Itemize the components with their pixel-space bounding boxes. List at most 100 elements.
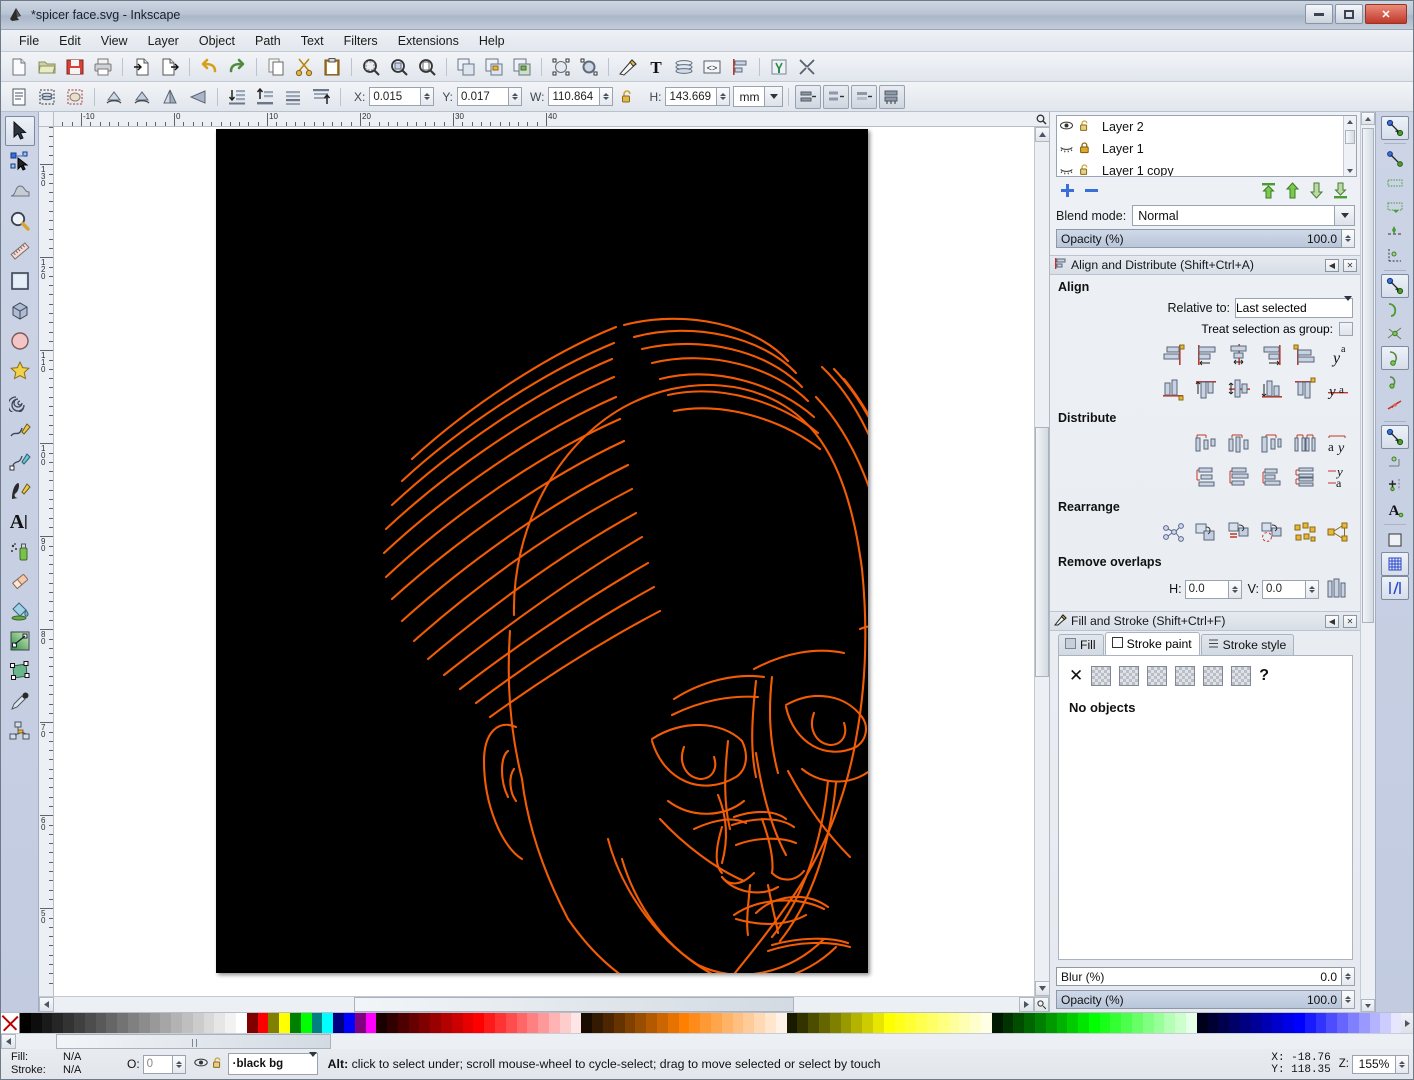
duplicate-button[interactable] xyxy=(453,55,479,79)
opacity-spinner[interactable] xyxy=(143,1055,186,1074)
opacity-input[interactable] xyxy=(143,1055,173,1074)
color-palette[interactable] xyxy=(1,1012,1413,1033)
lock-open-icon[interactable] xyxy=(1079,120,1090,135)
spicer-face-line-art[interactable] xyxy=(216,129,868,973)
menu-extensions[interactable]: Extensions xyxy=(388,32,469,50)
palette-swatch[interactable] xyxy=(1024,1013,1035,1034)
vertical-scroll-thumb[interactable] xyxy=(1035,427,1049,677)
snap-page-border-toggle[interactable] xyxy=(1381,528,1409,552)
raise-layer-to-top-button[interactable] xyxy=(1257,180,1279,200)
palette-swatch[interactable] xyxy=(473,1013,484,1034)
palette-swatch[interactable] xyxy=(733,1013,744,1034)
close-icon[interactable]: ✕ xyxy=(1343,615,1357,628)
zoom-page-button[interactable] xyxy=(414,55,440,79)
layers-scroll-up[interactable] xyxy=(1344,116,1356,127)
menu-file[interactable]: File xyxy=(9,32,49,50)
palette-swatch[interactable] xyxy=(517,1013,528,1034)
rotate-90-cw-button[interactable] xyxy=(129,85,155,109)
raise-button[interactable] xyxy=(280,85,306,109)
eraser-tool[interactable] xyxy=(5,566,35,596)
snap-others-toggle[interactable] xyxy=(1381,425,1409,449)
overlap-v-input[interactable] xyxy=(1262,580,1306,599)
raise-to-top-button[interactable] xyxy=(308,85,334,109)
palette-swatch[interactable] xyxy=(214,1013,225,1034)
palette-swatch[interactable] xyxy=(549,1013,560,1034)
save-document-button[interactable] xyxy=(62,55,88,79)
randomize-positions-button[interactable] xyxy=(1257,518,1287,548)
layers-list-scrollbar[interactable] xyxy=(1343,116,1356,176)
ungroup-button[interactable] xyxy=(509,55,535,79)
palette-swatch[interactable] xyxy=(1067,1013,1078,1034)
palette-swatch[interactable] xyxy=(258,1013,269,1034)
palette-swatch[interactable] xyxy=(992,1013,1003,1034)
gradient-tool[interactable] xyxy=(5,626,35,656)
palette-swatch[interactable] xyxy=(1251,1013,1262,1034)
object-opacity-slider[interactable]: Opacity (%) 100.0 xyxy=(1056,990,1342,1009)
palette-swatch[interactable] xyxy=(193,1013,204,1034)
menu-text[interactable]: Text xyxy=(291,32,334,50)
no-color-swatch[interactable] xyxy=(1,1013,20,1033)
palette-swatch[interactable] xyxy=(1035,1013,1046,1034)
scroll-right-arrow[interactable] xyxy=(1019,997,1034,1012)
redo-button[interactable] xyxy=(224,55,250,79)
import-button[interactable] xyxy=(129,55,155,79)
bezier-tool[interactable] xyxy=(5,446,35,476)
center-on-horizontal-axis-button[interactable] xyxy=(1224,374,1254,404)
group-button[interactable] xyxy=(481,55,507,79)
lock-open-icon[interactable] xyxy=(212,1057,223,1072)
palette-swatch[interactable] xyxy=(1283,1013,1294,1034)
menu-filters[interactable]: Filters xyxy=(334,32,388,50)
blur-spin-arrows[interactable] xyxy=(1342,967,1355,986)
palette-swatch[interactable] xyxy=(949,1013,960,1034)
paste-button[interactable] xyxy=(319,55,345,79)
objects-dialog-button[interactable] xyxy=(671,55,697,79)
palette-swatch[interactable] xyxy=(1380,1013,1391,1034)
palette-swatch[interactable] xyxy=(1229,1013,1240,1034)
lower-layer-button[interactable] xyxy=(1305,180,1327,200)
palette-swatch[interactable] xyxy=(787,1013,798,1034)
scroll-left-arrow[interactable] xyxy=(39,997,54,1012)
palette-swatch[interactable] xyxy=(841,1013,852,1034)
maximize-button[interactable] xyxy=(1335,4,1363,24)
exchange-positions-clockwise-button[interactable] xyxy=(1224,518,1254,548)
palette-swatch[interactable] xyxy=(1262,1013,1273,1034)
palette-swatch[interactable] xyxy=(495,1013,506,1034)
palette-swatch[interactable] xyxy=(1100,1013,1111,1034)
palette-swatch[interactable] xyxy=(247,1013,258,1034)
stroke-to-path-button[interactable] xyxy=(576,55,602,79)
palette-swatch[interactable] xyxy=(1208,1013,1219,1034)
help-paint-button[interactable]: ? xyxy=(1259,667,1269,685)
palette-swatch[interactable] xyxy=(527,1013,538,1034)
flip-vertical-button[interactable] xyxy=(185,85,211,109)
palette-swatch[interactable] xyxy=(614,1013,625,1034)
svg-page[interactable] xyxy=(216,129,868,973)
distribute-centers-vertical-button[interactable] xyxy=(1224,463,1254,493)
palette-swatch[interactable] xyxy=(862,1013,873,1034)
palette-swatch[interactable] xyxy=(419,1013,430,1034)
minimize-button[interactable] xyxy=(1305,4,1333,24)
mesh-gradient-tool[interactable] xyxy=(5,656,35,686)
palette-swatch[interactable] xyxy=(1294,1013,1305,1034)
palette-swatch[interactable] xyxy=(52,1013,63,1034)
zoom-tool[interactable] xyxy=(5,206,35,236)
palette-swatch[interactable] xyxy=(981,1013,992,1034)
overlap-v-spinner[interactable] xyxy=(1262,580,1319,599)
palette-swatch[interactable] xyxy=(279,1013,290,1034)
palette-swatch[interactable] xyxy=(1305,1013,1316,1034)
palette-swatch[interactable] xyxy=(808,1013,819,1034)
current-layer-dropdown[interactable]: ·black bg xyxy=(228,1053,318,1075)
scroll-down-arrow[interactable] xyxy=(1035,981,1050,996)
exchange-positions-selection-order-button[interactable] xyxy=(1158,518,1188,548)
palette-swatch[interactable] xyxy=(1013,1013,1024,1034)
palette-swatch[interactable] xyxy=(1197,1013,1208,1034)
palette-swatch[interactable] xyxy=(463,1013,474,1034)
calligraphy-tool[interactable] xyxy=(5,476,35,506)
palette-swatch[interactable] xyxy=(1057,1013,1068,1034)
export-button[interactable] xyxy=(157,55,183,79)
palette-swatch[interactable] xyxy=(376,1013,387,1034)
palette-swatch[interactable] xyxy=(873,1013,884,1034)
remove-overlaps-button[interactable] xyxy=(1323,574,1353,604)
dock-scroll-down[interactable] xyxy=(1361,999,1375,1012)
menu-path[interactable]: Path xyxy=(245,32,291,50)
y-spinner[interactable] xyxy=(457,87,522,106)
